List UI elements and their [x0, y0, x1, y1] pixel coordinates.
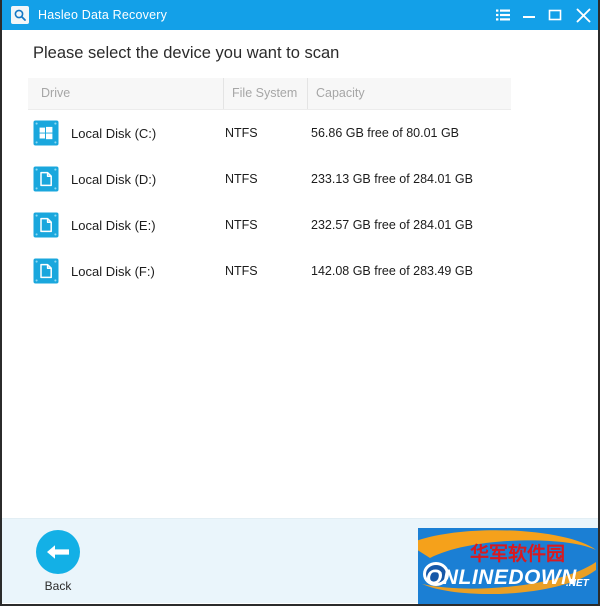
cell-drive: Local Disk (C:) [28, 120, 223, 146]
maximize-icon[interactable] [542, 0, 568, 30]
column-header-file-system: File System [223, 78, 307, 109]
cell-drive: Local Disk (D:) [28, 166, 223, 192]
table-header-row: Drive File System Capacity [28, 78, 511, 110]
cell-capacity: 142.08 GB free of 283.49 GB [311, 264, 473, 278]
magnifier-icon [11, 6, 29, 24]
data-drive-icon [33, 212, 59, 238]
cell-file-system: NTFS [225, 172, 258, 186]
cell-drive: Local Disk (E:) [28, 212, 223, 238]
close-icon[interactable] [568, 0, 598, 30]
arrow-left-icon [36, 530, 80, 574]
cell-file-system: NTFS [225, 218, 258, 232]
data-drive-icon [33, 258, 59, 284]
cell-capacity: 233.13 GB free of 284.01 GB [311, 172, 473, 186]
minimize-icon[interactable] [516, 0, 542, 30]
table-row[interactable]: Local Disk (E:) NTFS 232.57 GB free of 2… [28, 202, 511, 248]
window-title: Hasleo Data Recovery [38, 8, 168, 22]
drive-name: Local Disk (E:) [71, 217, 156, 233]
watermark-chinese-text: 华军软件园 [470, 542, 565, 565]
window-controls [490, 0, 598, 30]
table-row[interactable]: Local Disk (D:) NTFS 233.13 GB free of 2… [28, 156, 511, 202]
watermark-tld-text: .NET [566, 578, 590, 589]
cell-capacity: 232.57 GB free of 284.01 GB [311, 218, 473, 232]
table-body: Local Disk (C:) NTFS 56.86 GB free of 80… [28, 110, 511, 294]
windows-system-drive-icon [33, 120, 59, 146]
page-title: Please select the device you want to sca… [33, 44, 340, 62]
data-drive-icon [33, 166, 59, 192]
cell-drive: Local Disk (F:) [28, 258, 223, 284]
title-bar: Hasleo Data Recovery [2, 0, 598, 30]
back-button-label: Back [44, 579, 72, 593]
menu-list-icon[interactable] [490, 0, 516, 30]
main-content: Please select the device you want to sca… [2, 30, 598, 518]
column-header-drive: Drive [41, 86, 71, 100]
drive-name: Local Disk (C:) [71, 125, 157, 141]
table-row[interactable]: Local Disk (F:) NTFS 142.08 GB free of 2… [28, 248, 511, 294]
column-header-capacity: Capacity [307, 78, 511, 109]
drive-name: Local Disk (F:) [71, 263, 155, 279]
cell-capacity: 56.86 GB free of 80.01 GB [311, 126, 460, 140]
watermark-logo: 华军软件园 ONLINEDOWN .NET [418, 528, 598, 604]
cell-file-system: NTFS [225, 126, 258, 140]
back-button[interactable]: Back [29, 530, 87, 593]
watermark-brand-text: ONLINEDOWN [426, 566, 577, 589]
table-row[interactable]: Local Disk (C:) NTFS 56.86 GB free of 80… [28, 110, 511, 156]
drive-name: Local Disk (D:) [71, 171, 157, 187]
application-window: Hasleo Data Recovery Please select the d… [0, 0, 600, 606]
drive-list-table: Drive File System Capacity Local Disk (C… [28, 78, 511, 294]
cell-file-system: NTFS [225, 264, 258, 278]
